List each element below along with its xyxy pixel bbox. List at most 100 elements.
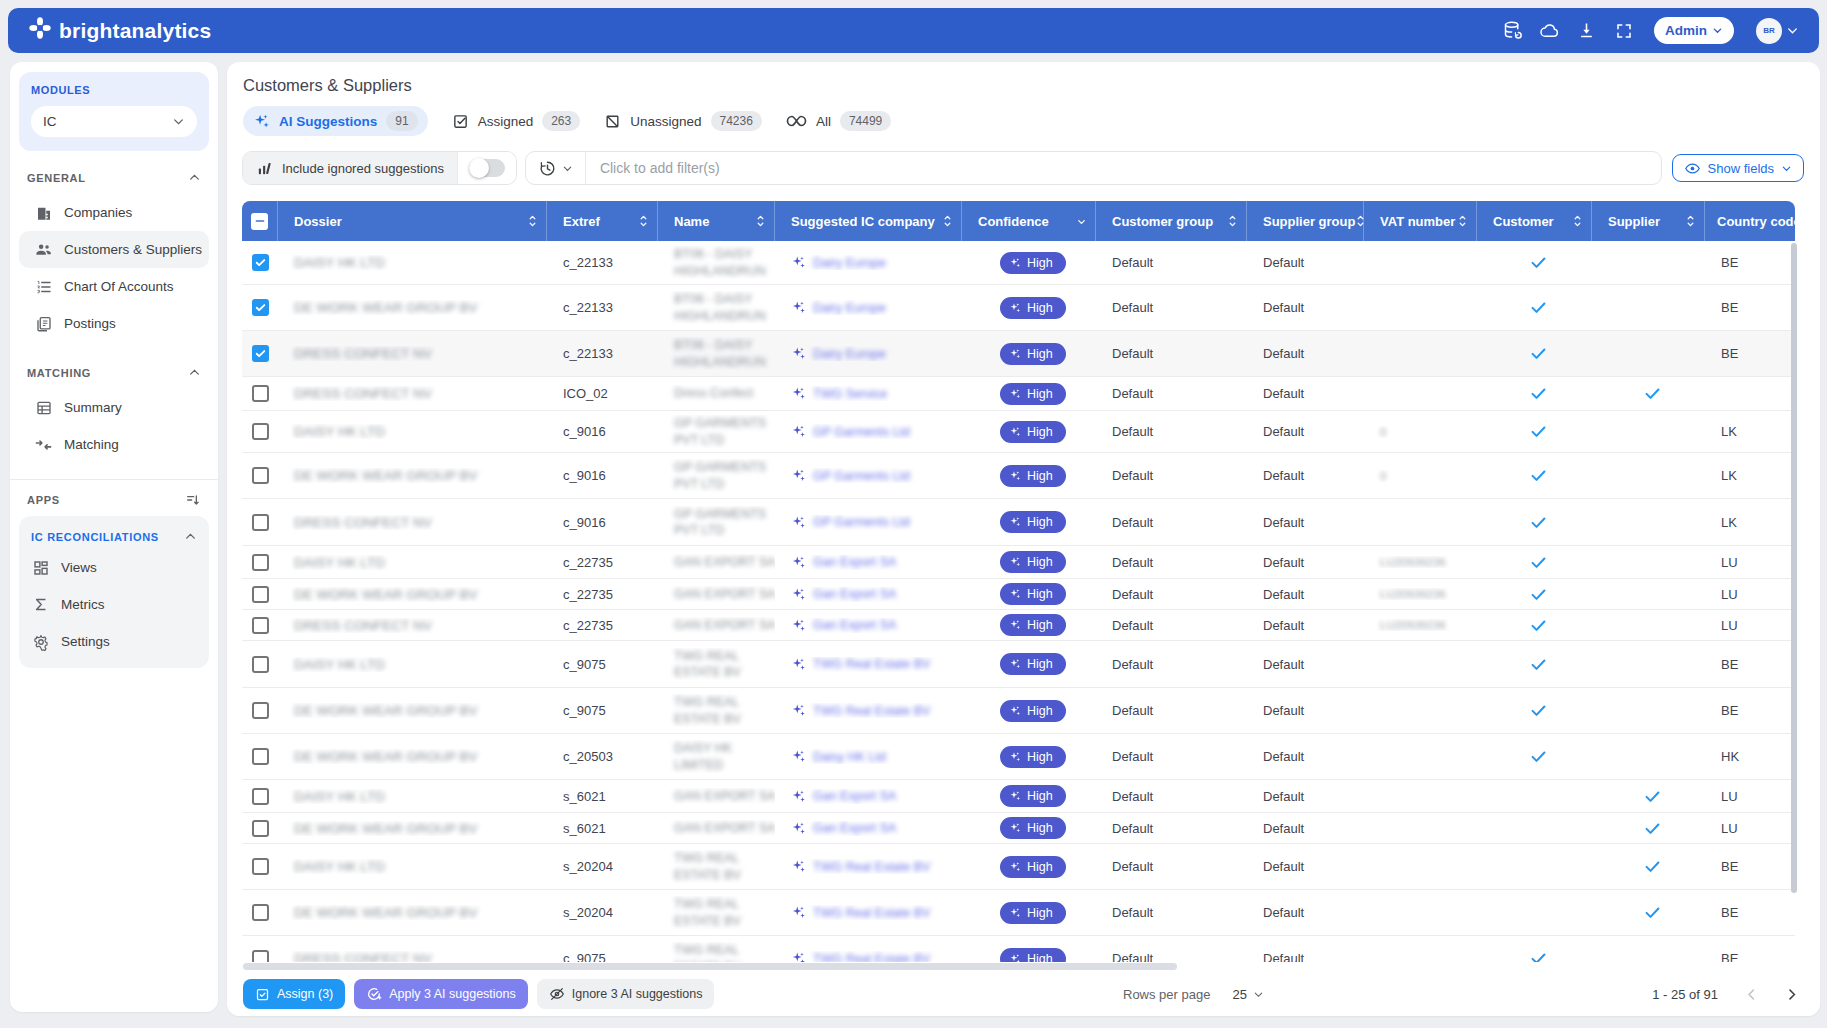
cell-suggested-ic-company[interactable]: GP Garments Ltd [775, 424, 962, 439]
tab-unassigned[interactable]: Unassigned74236 [604, 111, 762, 131]
table-row[interactable]: DAISY HK LTDc_9075TWG REAL ESTATE BVTWG … [242, 641, 1795, 688]
table-row[interactable]: DAISY HK LTDs_6021GAN EXPORT SAGan Expor… [242, 780, 1795, 813]
row-checkbox[interactable] [252, 702, 269, 719]
column-header-dossier[interactable]: Dossier [278, 201, 547, 241]
sidebar-item-chart-of-accounts[interactable]: Chart Of Accounts [19, 268, 209, 305]
cell-suggested-ic-company[interactable]: Gan Export SA [775, 587, 962, 602]
table-row[interactable]: DRESS CONFECT NVICO_02Dress ConfectTWG S… [242, 377, 1795, 411]
cell-suggested-ic-company[interactable]: TWG Real Estate BV [775, 657, 962, 672]
row-checkbox[interactable] [252, 858, 269, 875]
table-row[interactable]: DAISY HK LTDs_20204TWG REAL ESTATE BVTWG… [242, 844, 1795, 890]
cell-suggested-ic-company[interactable]: Dairy Europe [775, 346, 962, 361]
sidebar-item-metrics[interactable]: Metrics [19, 586, 209, 623]
tab-assigned[interactable]: Assigned263 [452, 111, 581, 131]
sidebar-item-companies[interactable]: Companies [19, 194, 209, 231]
filter-history-dropdown[interactable] [526, 152, 586, 184]
ignore-suggestions-button[interactable]: Ignore 3 AI suggestions [537, 979, 715, 1009]
table-row[interactable]: DRESS CONFECT NVc_22735GAN EXPORT SAGan … [242, 610, 1795, 641]
tab-ai-suggestions[interactable]: AI Suggestions91 [243, 106, 428, 136]
row-checkbox[interactable] [252, 617, 269, 634]
row-checkbox[interactable] [252, 554, 269, 571]
vertical-scrollbar[interactable] [1791, 243, 1797, 893]
table-row[interactable]: DRESS CONFECT NVc_9016GP GARMENTS PVT LT… [242, 499, 1795, 546]
cell-suggested-ic-company[interactable]: GP Garments Ltd [775, 515, 962, 530]
row-checkbox[interactable] [252, 788, 269, 805]
previous-page-icon[interactable] [1744, 987, 1759, 1002]
column-header-confidence[interactable]: Confidence [962, 201, 1096, 241]
sidebar-item-customers-suppliers[interactable]: Customers & Suppliers [19, 231, 209, 268]
row-checkbox[interactable] [252, 820, 269, 837]
cell-suggested-ic-company[interactable]: GP Garments Ltd [775, 468, 962, 483]
admin-button[interactable]: Admin [1654, 17, 1734, 44]
table-row[interactable]: DAISY HK LTDc_22735GAN EXPORT SAGan Expo… [242, 546, 1795, 579]
table-row[interactable]: DAISY HK LTDc_22133BT06 - DAISY HIGHLAND… [242, 241, 1795, 285]
cell-suggested-ic-company[interactable]: TWG Real Estate BV [775, 703, 962, 718]
fullscreen-icon[interactable] [1613, 20, 1634, 41]
row-checkbox[interactable] [252, 748, 269, 765]
table-row[interactable]: DE WORK WEAR GROUP BVs_6021GAN EXPORT SA… [242, 813, 1795, 844]
download-icon[interactable] [1576, 20, 1597, 41]
cell-suggested-ic-company[interactable]: Gan Export SA [775, 821, 962, 836]
select-all-checkbox[interactable] [242, 201, 278, 241]
database-sync-icon[interactable] [1502, 20, 1523, 41]
table-row[interactable]: DE WORK WEAR GROUP BVc_9016GP GARMENTS P… [242, 453, 1795, 499]
sidebar-item-summary[interactable]: Summary [19, 389, 209, 426]
matching-section-header[interactable]: MATCHING [10, 342, 218, 389]
tab-all[interactable]: All74499 [786, 111, 891, 131]
cell-suggested-ic-company[interactable]: Dairy Europe [775, 255, 962, 270]
user-menu[interactable]: BR [1756, 18, 1799, 44]
table-row[interactable]: DAISY HK LTDc_9016GP GARMENTS PVT LTDGP … [242, 411, 1795, 453]
assign-button[interactable]: Assign (3) [243, 979, 345, 1009]
row-checkbox[interactable] [252, 950, 269, 962]
cell-suggested-ic-company[interactable]: Gan Export SA [775, 789, 962, 804]
cell-suggested-ic-company[interactable]: Dairy Europe [775, 300, 962, 315]
cell-suggested-ic-company[interactable]: Daisy HK Ltd [775, 749, 962, 764]
row-checkbox[interactable] [252, 904, 269, 921]
row-checkbox[interactable] [252, 385, 269, 402]
column-header-country-code[interactable]: Country code [1705, 201, 1795, 241]
module-select[interactable]: IC [31, 106, 197, 137]
cell-suggested-ic-company[interactable]: TWG Real Estate BV [775, 859, 962, 874]
horizontal-scrollbar[interactable] [243, 963, 1177, 970]
show-fields-button[interactable]: Show fields [1672, 154, 1804, 182]
cell-suggested-ic-company[interactable]: Gan Export SA [775, 618, 962, 633]
column-header-supplier[interactable]: Supplier [1592, 201, 1705, 241]
cell-suggested-ic-company[interactable]: TWG Real Estate BV [775, 951, 962, 962]
table-row[interactable]: DRESS CONFECT NVc_9075TWG REAL ESTATE BV… [242, 936, 1795, 962]
column-header-customer[interactable]: Customer [1477, 201, 1592, 241]
row-checkbox[interactable] [252, 656, 269, 673]
row-checkbox[interactable] [252, 345, 269, 362]
sidebar-item-views[interactable]: Views [19, 549, 209, 586]
filter-input[interactable]: Click to add filter(s) [586, 160, 734, 176]
column-header-supplier-group[interactable]: Supplier group [1247, 201, 1364, 241]
sidebar-item-postings[interactable]: Postings [19, 305, 209, 342]
row-checkbox[interactable] [252, 299, 269, 316]
table-row[interactable]: DRESS CONFECT NVc_22133BT06 - DAISY HIGH… [242, 331, 1795, 377]
row-checkbox[interactable] [252, 423, 269, 440]
cloud-icon[interactable] [1539, 20, 1560, 41]
row-checkbox[interactable] [252, 254, 269, 271]
column-header-vat-number[interactable]: VAT number [1364, 201, 1477, 241]
table-row[interactable]: DE WORK WEAR GROUP BVc_22735GAN EXPORT S… [242, 579, 1795, 610]
sidebar-item-matching[interactable]: Matching [19, 426, 209, 463]
column-header-suggested-ic-company[interactable]: Suggested IC company [775, 201, 962, 241]
table-row[interactable]: DE WORK WEAR GROUP BVc_22133BT06 - DAISY… [242, 285, 1795, 331]
row-checkbox[interactable] [252, 514, 269, 531]
include-ignored-toggle[interactable] [469, 159, 505, 177]
cell-suggested-ic-company[interactable]: TWG Service [775, 386, 962, 401]
table-row[interactable]: DE WORK WEAR GROUP BVc_9075TWG REAL ESTA… [242, 688, 1795, 734]
table-row[interactable]: DE WORK WEAR GROUP BVs_20204TWG REAL EST… [242, 890, 1795, 936]
apply-suggestions-button[interactable]: Apply 3 AI suggestions [354, 979, 527, 1009]
table-row[interactable]: DE WORK WEAR GROUP BVc_20503DAISY HK LIM… [242, 734, 1795, 780]
cell-suggested-ic-company[interactable]: TWG Real Estate BV [775, 905, 962, 920]
row-checkbox[interactable] [252, 586, 269, 603]
column-header-extref[interactable]: Extref [547, 201, 658, 241]
rows-per-page-select[interactable]: 25 [1232, 987, 1263, 1002]
row-checkbox[interactable] [252, 467, 269, 484]
column-header-customer-group[interactable]: Customer group [1096, 201, 1247, 241]
cell-suggested-ic-company[interactable]: Gan Export SA [775, 555, 962, 570]
sidebar-item-settings[interactable]: Settings [19, 623, 209, 660]
column-header-name[interactable]: Name [658, 201, 775, 241]
ic-reconciliations-header[interactable]: IC RECONCILIATIONS [19, 518, 209, 549]
general-section-header[interactable]: GENERAL [10, 151, 218, 194]
